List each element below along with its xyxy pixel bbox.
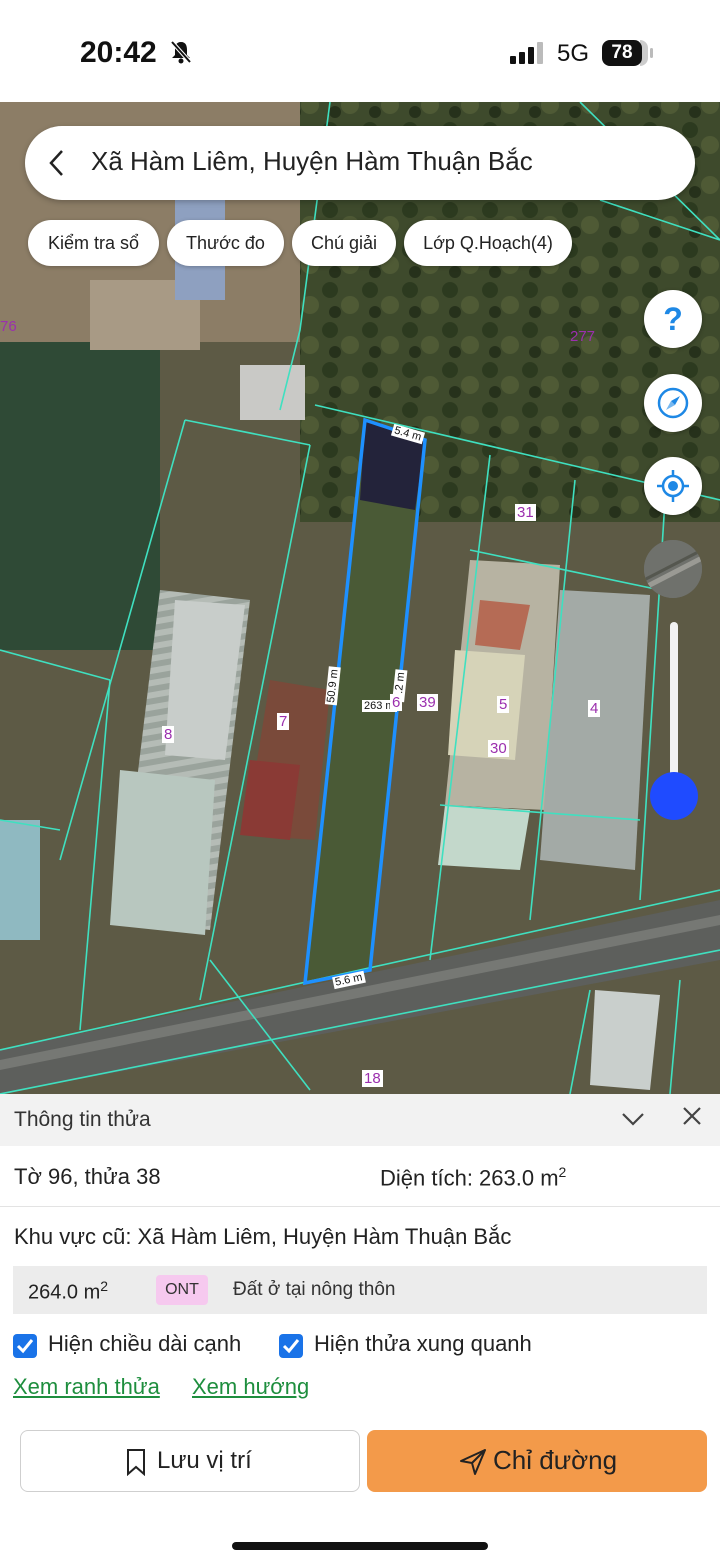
map-label-277: 277 <box>570 328 596 345</box>
svg-text:?: ? <box>663 302 683 336</box>
compass-button[interactable] <box>644 374 702 432</box>
chip-check-certificate[interactable]: Kiểm tra sổ <box>28 220 159 266</box>
parcel-area: Diện tích: 263.0 m2 <box>380 1164 567 1191</box>
directions-button[interactable]: Chỉ đường <box>367 1430 707 1492</box>
zone-code-badge: ONT <box>156 1275 208 1305</box>
status-time: 20:42 <box>80 36 157 69</box>
show-edge-length-label[interactable]: Hiện chiều dài cạnh <box>48 1331 241 1357</box>
view-direction-link[interactable]: Xem hướng <box>192 1374 309 1400</box>
locate-button[interactable] <box>644 457 702 515</box>
parcel-summary-row: Tờ 96, thửa 38 Diện tích: 263.0 m2 <box>0 1150 720 1207</box>
directions-label: Chỉ đường <box>493 1445 618 1475</box>
map-label-31: 31 <box>515 504 536 521</box>
chip-ruler[interactable]: Thước đo <box>167 220 284 266</box>
help-button[interactable]: ? <box>644 290 702 348</box>
bookmark-icon <box>127 1449 145 1476</box>
view-boundary-link[interactable]: Xem ranh thửa <box>13 1374 160 1400</box>
map-label-39: 39 <box>417 694 438 711</box>
check-icon <box>282 1339 300 1354</box>
battery-icon: 78 <box>602 40 653 66</box>
old-area-text: Khu vực cũ: Xã Hàm Liêm, Huyện Hàm Thuận… <box>14 1224 512 1249</box>
map-label-18: 18 <box>362 1070 383 1087</box>
opacity-slider-knob[interactable] <box>650 772 698 820</box>
layer-thumbnail-button[interactable] <box>644 540 702 598</box>
map-label-76: 76 <box>0 318 17 335</box>
map-label-4: 4 <box>588 700 601 717</box>
close-icon[interactable] <box>681 1105 703 1127</box>
show-neighbors-checkbox[interactable] <box>279 1334 303 1358</box>
show-edge-length-checkbox[interactable] <box>13 1334 37 1358</box>
compass-icon <box>657 387 689 419</box>
parcel-number-label: 6 <box>390 694 403 711</box>
chip-planning-layer[interactable]: Lớp Q.Hoạch(4) <box>404 220 572 266</box>
location-title: Xã Hàm Liêm, Huyện Hàm Thuận Bắc <box>91 146 533 176</box>
network-type: 5G <box>557 40 590 67</box>
battery-level: 78 <box>602 40 642 66</box>
check-icon <box>16 1339 34 1354</box>
map-label-30: 30 <box>488 740 509 757</box>
zone-description: Đất ở tại nông thôn <box>233 1279 396 1300</box>
status-bar: 20:42 5G 78 <box>0 0 720 102</box>
search-bar[interactable]: Xã Hàm Liêm, Huyện Hàm Thuận Bắc <box>25 126 695 200</box>
send-arrow-icon <box>460 1449 486 1475</box>
zone-area: 264.0 m2 <box>28 1278 109 1304</box>
layer-preview-icon <box>644 540 702 598</box>
save-location-button[interactable]: Lưu vị trí <box>20 1430 360 1492</box>
show-neighbors-label[interactable]: Hiện thửa xung quanh <box>314 1331 532 1357</box>
parcel-info-header: Thông tin thửa <box>0 1094 720 1146</box>
map-label-8: 8 <box>162 726 175 743</box>
panel-title: Thông tin thửa <box>14 1108 151 1131</box>
chevron-down-icon[interactable] <box>620 1106 646 1132</box>
map-label-7: 7 <box>277 713 290 730</box>
map-label-5: 5 <box>497 696 510 713</box>
chip-legend[interactable]: Chú giải <box>292 220 396 266</box>
save-location-label: Lưu vị trí <box>157 1447 252 1474</box>
bell-muted-icon <box>170 40 192 64</box>
signal-icon <box>510 42 543 64</box>
home-indicator <box>232 1542 488 1550</box>
back-arrow-icon[interactable] <box>47 148 67 178</box>
sheet-parcel-number: Tờ 96, thửa 38 <box>14 1164 161 1189</box>
land-use-zone-row: 264.0 m2 ONT Đất ở tại nông thôn <box>13 1266 707 1314</box>
crosshair-icon <box>657 470 689 502</box>
question-icon: ? <box>663 302 683 336</box>
